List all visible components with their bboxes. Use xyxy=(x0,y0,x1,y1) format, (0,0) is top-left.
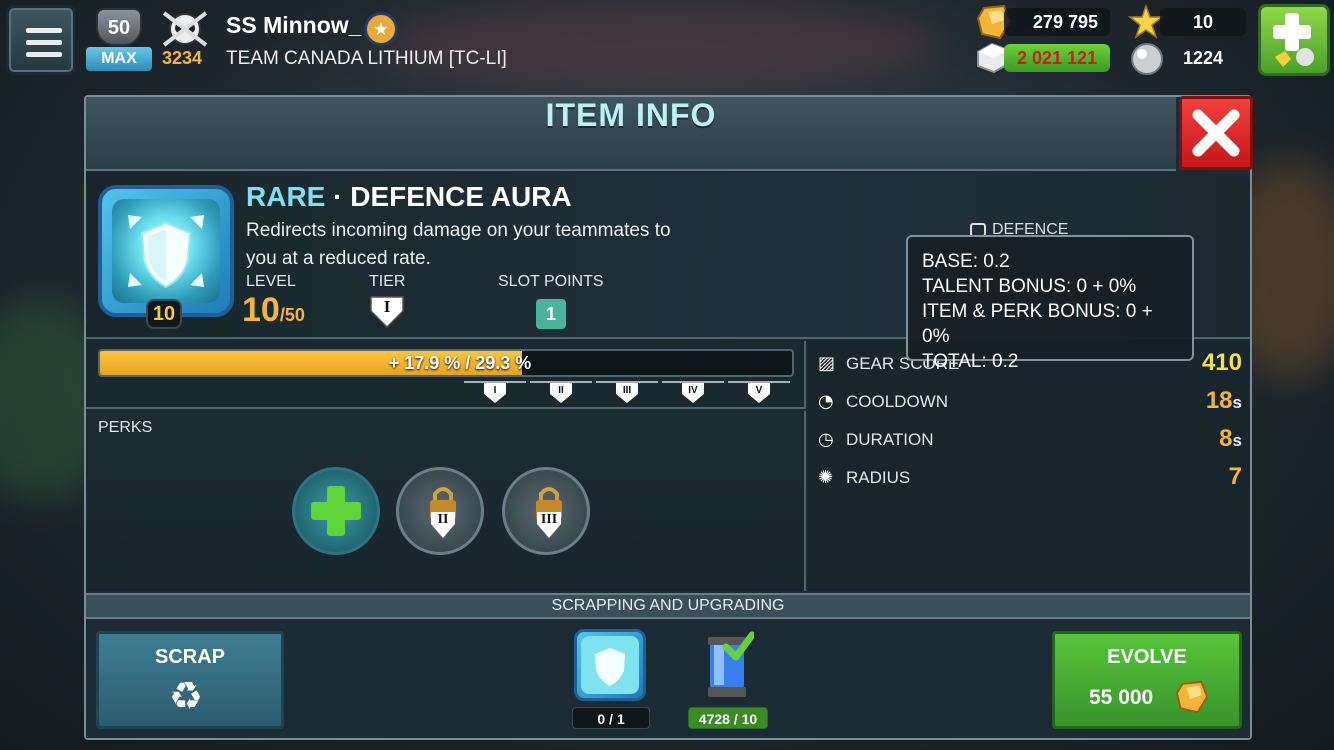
close-button[interactable] xyxy=(1179,96,1253,170)
main-menu-button[interactable] xyxy=(6,5,76,75)
defence-tooltip: BASE: 0.2 TALENT BONUS: 0 + 0% ITEM & PE… xyxy=(906,235,1194,372)
radius-icon: ✺ xyxy=(818,467,834,488)
item-info-modal: ITEM INFO 10 RARE · DEFENCE AURA Redirec… xyxy=(84,95,1253,740)
required-item-count: 0 / 1 xyxy=(572,707,650,729)
canister-icon xyxy=(708,631,754,697)
tier-shield-icon: I xyxy=(484,383,506,403)
recycle-icon: ♻ xyxy=(169,674,204,718)
scrapping-panel: SCRAP ♻ 0 / 1 4728 / 10 EVOLVE 55 000 xyxy=(86,619,1250,738)
background-blob xyxy=(380,0,940,90)
stat-row-radius: ✺ RADIUS 7 xyxy=(818,463,1242,497)
stat-value: 410 xyxy=(1201,349,1242,376)
stat-label: DURATION xyxy=(846,430,934,449)
silver-value: 2 021 121 xyxy=(1016,48,1098,68)
shield-icon xyxy=(128,215,204,289)
upgrade-progress-area: + 17.9 % / 29.3 % I II III IV V xyxy=(86,341,806,409)
upgrade-progress-bar: + 17.9 % / 29.3 % xyxy=(98,349,794,377)
scrap-label: SCRAP xyxy=(154,646,225,668)
max-level-badge: MAX xyxy=(86,47,152,71)
duration-icon: ◷ xyxy=(818,429,834,450)
item-description: Redirects incoming damage on your teamma… xyxy=(246,220,671,269)
plus-icon xyxy=(1273,13,1314,67)
stats-panel: ▨ GEAR SCORE 410 ◔ COOLDOWN 18s ◷ DURATI… xyxy=(808,341,1250,591)
scrap-button[interactable]: SCRAP ♻ xyxy=(96,631,284,729)
tier-marker: V xyxy=(728,381,790,403)
item-level-max: /50 xyxy=(279,305,305,325)
perk-slot-locked[interactable]: II xyxy=(396,467,484,555)
gear-score-icon: ▨ xyxy=(818,353,836,374)
stat-label: RADIUS xyxy=(846,468,911,487)
stat-value: 18s xyxy=(1205,387,1242,414)
perks-label: PERKS xyxy=(98,419,153,436)
scrapping-header: SCRAPPING AND UPGRADING xyxy=(86,593,1250,619)
upgrade-progress-text: + 17.9 % / 29.3 % xyxy=(388,353,532,373)
tier-shield-icon: IV xyxy=(682,383,704,403)
modal-title: ITEM INFO xyxy=(545,97,717,133)
star-rank-icon: ★ xyxy=(364,12,398,46)
gold-count: 279 795 xyxy=(1004,8,1110,36)
star-count: 10 xyxy=(1160,8,1246,36)
perk-slot-locked[interactable]: III xyxy=(502,467,590,555)
shield-icon xyxy=(581,636,639,694)
tier-shield-icon: II xyxy=(550,383,572,403)
item-rarity: RARE xyxy=(246,181,326,212)
add-perk-button[interactable] xyxy=(292,467,380,555)
tier-marker: III xyxy=(596,381,658,403)
silver-count: 2 021 121 xyxy=(1004,44,1110,72)
required-item-icon xyxy=(574,629,646,701)
shop-plus-button[interactable] xyxy=(1258,4,1330,76)
gold-icon xyxy=(1175,680,1209,714)
stat-row-duration: ◷ DURATION 8s xyxy=(818,425,1242,459)
tooltip-base: BASE: 0.2 xyxy=(922,251,1010,272)
defence-aura-item-icon xyxy=(98,185,234,317)
team-name[interactable]: TEAM CANADA LITHIUM [TC-LI] xyxy=(226,48,507,70)
item-level: 10/50 xyxy=(242,291,305,330)
pearl-icon xyxy=(1131,43,1163,75)
item-level-value: 10 xyxy=(242,291,280,329)
player-level: 50 xyxy=(107,17,131,39)
perk-tier: II xyxy=(437,512,449,527)
tier-value: I xyxy=(383,297,391,316)
tier-marker: IV xyxy=(662,381,724,403)
tier-marker: I xyxy=(464,381,526,403)
stat-value: 8s xyxy=(1219,425,1242,452)
tooltip-item-perk: ITEM & PERK BONUS: 0 + 0% xyxy=(922,301,1153,347)
player-name[interactable]: SS Minnow_ xyxy=(226,12,361,39)
tier-label: TIER xyxy=(369,273,406,290)
tier-shield-icon: III xyxy=(616,383,638,403)
item-level-badge: 10 xyxy=(146,299,182,329)
star-currency-icon xyxy=(1128,4,1164,39)
evolve-label: EVOLVE xyxy=(1107,646,1187,668)
pearl-count: 1224 xyxy=(1182,48,1224,68)
tooltip-total: TOTAL: 0.2 xyxy=(922,351,1019,372)
close-icon xyxy=(1192,109,1240,157)
stat-value: 7 xyxy=(1228,463,1242,490)
stat-row-cooldown: ◔ COOLDOWN 18s xyxy=(818,387,1242,421)
stat-label: COOLDOWN xyxy=(846,392,948,411)
slot-points-value: 1 xyxy=(536,299,566,329)
perks-panel: PERKS II III xyxy=(86,411,806,591)
player-level-badge: 50 xyxy=(96,8,142,46)
tier-marker: II xyxy=(530,381,592,403)
tooltip-talent: TALENT BONUS: 0 + 0% xyxy=(922,276,1137,297)
trophy-count: 3234 xyxy=(162,48,203,68)
item-name: DEFENCE AURA xyxy=(350,181,572,212)
level-label: LEVEL xyxy=(246,273,296,290)
evolve-button[interactable]: EVOLVE 55 000 xyxy=(1052,631,1242,729)
title-separator: · xyxy=(333,181,343,212)
perk-tier: III xyxy=(540,512,558,527)
item-title: RARE · DEFENCE AURA xyxy=(246,181,572,213)
skull-icon xyxy=(162,11,208,47)
plus-icon xyxy=(311,486,361,536)
tier-shield-icon: V xyxy=(748,383,770,403)
slot-points-label: SLOT POINTS xyxy=(498,273,604,290)
cooldown-icon: ◔ xyxy=(818,391,834,412)
tier-badge: I xyxy=(369,295,405,329)
evolve-cost: 55 000 xyxy=(1089,686,1154,709)
required-canister-count: 4728 / 10 xyxy=(688,707,768,729)
